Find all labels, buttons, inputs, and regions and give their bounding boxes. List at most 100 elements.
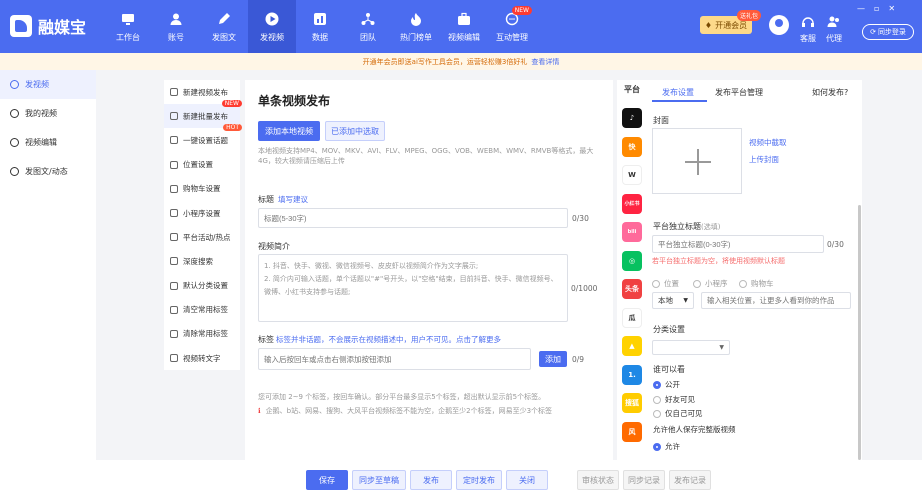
platform-icon[interactable]: 1. <box>622 364 642 385</box>
location-input[interactable] <box>701 292 851 309</box>
nav-account[interactable]: 账号 <box>152 0 200 53</box>
add-tag-button[interactable]: 添加 <box>539 351 567 367</box>
platform-icon[interactable]: 搜狐 <box>622 393 642 413</box>
location-icon <box>170 160 178 169</box>
sidebar-item-my-videos[interactable]: 我的视频 <box>0 99 96 128</box>
radio-icon <box>693 279 701 288</box>
close-button[interactable]: 关闭 <box>506 470 548 490</box>
panel-scrollbar[interactable] <box>858 205 861 460</box>
people-icon <box>826 14 842 30</box>
logo-icon <box>10 15 32 37</box>
capture-cover-link[interactable]: 视频中截取 <box>749 137 787 148</box>
nav-post-article[interactable]: 发图文 <box>200 0 248 53</box>
platform-icon[interactable]: 小红书 <box>622 193 642 214</box>
add-existing-video-button[interactable]: 已添加中选取 <box>325 121 385 141</box>
submenu-item[interactable]: 小程序设置 <box>164 200 240 226</box>
platform-icon[interactable]: 快 <box>622 136 642 157</box>
tag-input[interactable] <box>258 348 531 370</box>
agent-button[interactable]: 代理 <box>826 14 842 44</box>
submenu-item[interactable]: 视频转文字 <box>164 346 240 371</box>
platform-title-label: 平台独立标题(选填) <box>653 222 721 231</box>
service-button[interactable]: 客服 <box>800 14 816 44</box>
category-icon <box>170 281 178 290</box>
team-icon <box>360 11 376 27</box>
nav-data[interactable]: 数据 <box>296 0 344 53</box>
sync-login-button[interactable]: ⟳ 同步登录 <box>862 24 914 40</box>
submenu-item[interactable]: 深度搜索 <box>164 249 240 274</box>
opt-location[interactable]: 位置 <box>652 278 679 289</box>
sidebar-item-video-edit[interactable]: 视频编辑 <box>0 128 96 157</box>
title-counter: 0/30 <box>572 214 589 223</box>
tab-publish-settings[interactable]: 发布设置 <box>662 87 694 98</box>
notice-banner: 开通年会员即送ai写作工具会员，运营轻松赚3倍好礼 查看详情 <box>0 53 922 70</box>
nav-post-video[interactable]: 发视频 <box>248 0 296 53</box>
notice-link[interactable]: 查看详情 <box>531 57 559 67</box>
platform-icon[interactable]: W <box>622 165 642 185</box>
nav-video-edit[interactable]: 视频编辑 <box>440 0 488 53</box>
nav-interaction[interactable]: 互动管理 NEW <box>488 0 536 53</box>
cover-label: 封面 <box>653 116 669 125</box>
platform-icon[interactable]: 头条 <box>622 279 642 299</box>
user-icon <box>168 11 184 27</box>
location-select[interactable]: 本地 ▼ <box>652 292 694 309</box>
platform-icon[interactable]: ▲ <box>622 336 642 356</box>
sidebar-item-post-video[interactable]: 发视频 <box>0 70 96 99</box>
visibility-private[interactable]: 仅自己可见 <box>653 408 703 419</box>
save-draft-button[interactable]: 同步至草稿 <box>352 470 406 490</box>
platform-icon[interactable]: ◎ <box>622 250 642 271</box>
title-tip-link[interactable]: 填写建议 <box>278 194 308 205</box>
save-button[interactable]: 保存 <box>306 470 348 490</box>
nav-workbench[interactable]: 工作台 <box>104 0 152 53</box>
tag-counter: 0/9 <box>572 355 585 364</box>
category-select[interactable]: ▼ <box>652 340 730 355</box>
submenu-item[interactable]: 默认分类设置 <box>164 273 240 298</box>
fire-icon <box>408 11 424 27</box>
platform-icon[interactable]: ♪ <box>622 108 642 128</box>
nav-team[interactable]: 团队 <box>344 0 392 53</box>
crown-icon: ♦ <box>704 20 713 30</box>
opt-cart[interactable]: 购物车 <box>739 278 774 289</box>
submenu-item[interactable]: 清除常用标签 <box>164 321 240 347</box>
platform-icon[interactable]: 瓜 <box>622 307 642 328</box>
save-permission-label: 允许他人保存完整版视频 <box>653 425 736 434</box>
tab-platform-manage[interactable]: 发布平台管理 <box>715 87 763 98</box>
publish-button[interactable]: 发布 <box>410 470 452 490</box>
upload-cover-link[interactable]: 上传封面 <box>749 154 779 165</box>
platform-icon[interactable]: bili <box>622 222 642 242</box>
submenu-item[interactable]: 一键设置话题 HOT <box>164 124 242 153</box>
tag-label: 标签 <box>258 335 274 344</box>
save-allow-option[interactable]: 允许 <box>653 441 680 452</box>
submenu-item[interactable]: 清空常用标签 <box>164 297 240 322</box>
submenu-item[interactable]: 平台活动/热点 <box>164 225 240 250</box>
platform-icon[interactable]: 风 <box>622 421 642 442</box>
platform-title-input[interactable] <box>652 235 824 253</box>
list-icon <box>170 88 178 97</box>
video-icon <box>10 109 19 118</box>
app-name: 融媒宝 <box>38 18 87 37</box>
tag-tip-link[interactable]: 标签并非话题，不会展示在视频描述中，用户不可见。点击了解更多 <box>276 334 501 345</box>
submenu-item[interactable]: 位置设置 <box>164 152 240 177</box>
visibility-public[interactable]: 公开 <box>653 379 680 390</box>
submenu-item[interactable]: 购物车设置 <box>164 176 240 201</box>
visibility-label: 谁可以看 <box>653 365 685 374</box>
avatar[interactable] <box>769 15 789 35</box>
sidebar-item-post-article[interactable]: 发图文/动态 <box>0 157 96 186</box>
visibility-friends[interactable]: 好友可见 <box>653 394 695 405</box>
format-hint: 本地视频支持MP4、MOV、MKV、AVI、FLV、MPEG、OGG、VOB、W… <box>258 147 594 165</box>
title-input[interactable] <box>258 208 568 228</box>
nav-hot-list[interactable]: 热门榜单 <box>392 0 440 53</box>
audit-status-button[interactable]: 审核状态 <box>577 470 619 490</box>
app-logo[interactable]: 融媒宝 <box>10 14 86 38</box>
batch-icon <box>170 112 178 121</box>
chevron-down-icon: ▼ <box>683 297 688 304</box>
publish-log-button[interactable]: 发布记录 <box>669 470 711 490</box>
opt-miniapp[interactable]: 小程序 <box>693 278 728 289</box>
sync-log-button[interactable]: 同步记录 <box>623 470 665 490</box>
add-local-video-button[interactable]: 添加本地视频 <box>258 121 320 141</box>
scheduled-publish-button[interactable]: 定时发布 <box>456 470 502 490</box>
desc-counter: 0/1000 <box>571 284 598 293</box>
how-to-publish-link[interactable]: 如何发布? <box>812 87 848 98</box>
cover-upload-box[interactable] <box>652 128 742 194</box>
window-controls[interactable]: —▫✕ <box>857 4 904 13</box>
desc-textarea[interactable]: 1. 抖音、快手、微视、微信视频号、皮皮虾以视频简介作为文字展示; 2. 简介内… <box>258 254 568 322</box>
